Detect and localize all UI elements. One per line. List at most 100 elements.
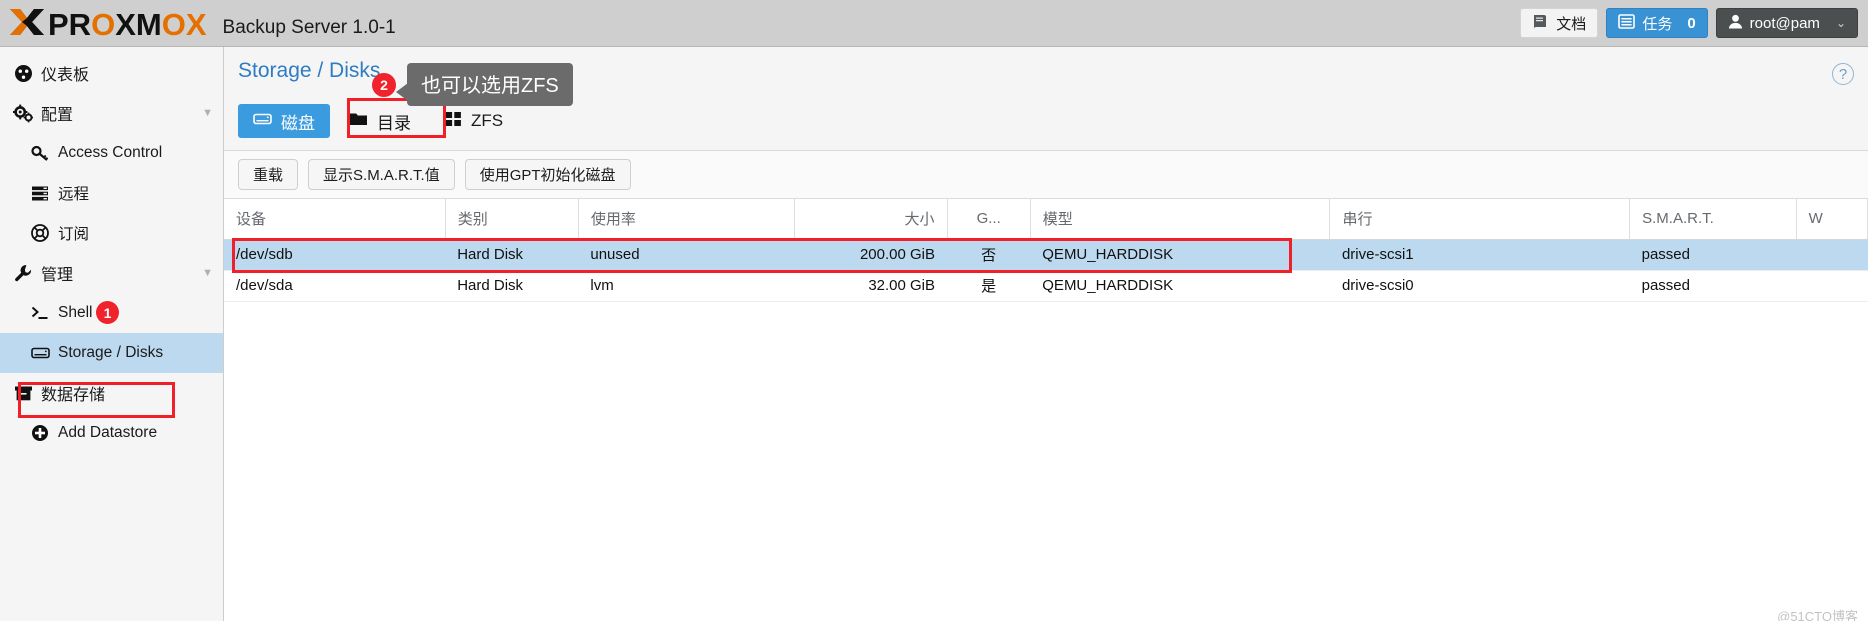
tab-disks[interactable]: 磁盘 [238,104,330,138]
sidebar-item-access-control[interactable]: Access Control [0,133,223,173]
user-label: root@pam [1749,14,1820,32]
plus-circle-icon [30,424,50,442]
sidebar-item-add-datastore[interactable]: Add Datastore [0,413,223,453]
tab-bar: 磁盘 目录 ZFS [224,98,1868,142]
col-model[interactable]: 模型 [1030,199,1331,240]
disks-table-wrapper: 设备 类别 使用率 大小 G... 模型 串行 S.M.A.R.T. W /de… [224,199,1868,302]
chevron-down-icon: ▼ [202,107,213,119]
cell-wearout [1796,270,1868,302]
documentation-button[interactable]: 文档 [1520,8,1599,38]
sidebar-item-configuration[interactable]: 配置 ▼ [0,93,223,133]
col-wearout[interactable]: W [1796,199,1868,240]
content-header: Storage / Disks ? 2 也可以选用ZFS [224,47,1868,106]
chevron-down-icon: ⌄ [1835,16,1846,30]
col-size[interactable]: 大小 [794,199,948,240]
cell-model: QEMU_HARDDISK [1030,270,1330,302]
cell-serial: drive-scsi0 [1329,270,1630,302]
sidebar-item-datastore[interactable]: 数据存储 [0,373,223,413]
wordmark-xm: XM [115,7,162,42]
col-usage[interactable]: 使用率 [578,199,796,240]
key-icon [30,145,50,162]
initialize-disk-gpt-button[interactable]: 使用GPT初始化磁盘 [464,159,631,190]
cell-size: 200.00 GiB [794,239,948,271]
sidebar-item-label: Add Datastore [58,424,158,441]
watermark: @51CTO博客 [1777,609,1858,621]
disk-icon [253,111,272,132]
main-content: Storage / Disks ? 2 也可以选用ZFS 磁盘 目录 ZFS 重… [224,47,1868,621]
sidebar-item-label: Access Control [58,144,163,161]
gears-icon [12,104,34,123]
archive-icon [12,385,34,402]
header-actions: 文档 任务 0 root@pam ⌄ [1520,8,1858,38]
x-logo-icon [10,9,44,35]
table-header-row: 设备 类别 使用率 大小 G... 模型 串行 S.M.A.R.T. W [224,199,1868,240]
breadcrumb: Storage / Disks [238,59,381,82]
list-icon [1618,13,1636,33]
sidebar-item-shell[interactable]: Shell 1 [0,293,223,333]
disk-icon [30,345,50,361]
dashboard-icon [12,64,34,83]
table-row[interactable]: /dev/sdb Hard Disk unused 200.00 GiB 否 Q… [224,239,1868,271]
sidebar-item-storage-disks[interactable]: Storage / Disks [0,333,223,373]
tab-label: 磁盘 [281,113,315,133]
app-header: PROXMOX Backup Server 1.0-1 文档 任务 0 root… [0,0,1868,47]
sidebar-item-administration[interactable]: 管理 ▼ [0,253,223,293]
sidebar-item-label: Shell [58,304,93,321]
cell-usage: unused [578,239,795,271]
cell-gpt: 否 [947,239,1031,271]
cell-model: QEMU_HARDDISK [1030,239,1330,271]
disks-table: 设备 类别 使用率 大小 G... 模型 串行 S.M.A.R.T. W /de… [224,199,1868,302]
cell-usage: lvm [578,270,795,302]
book-icon [1532,14,1549,33]
proxmox-wordmark: PROXMOX [48,9,207,40]
user-menu-button[interactable]: root@pam ⌄ [1715,8,1858,38]
disks-panel: 重载 显示S.M.A.R.T.值 使用GPT初始化磁盘 设备 类别 使用率 大小… [224,150,1868,621]
tab-label: ZFS [471,111,504,130]
sidebar: 仪表板 配置 ▼ Access Control 远程 订阅 管理 ▼ Shell… [0,47,224,621]
cell-size: 32.00 GiB [794,270,948,302]
reload-button[interactable]: 重载 [238,159,299,190]
table-row[interactable]: /dev/sda Hard Disk lvm 32.00 GiB 是 QEMU_… [224,270,1868,302]
sidebar-item-label: 配置 [41,107,74,124]
cell-smart: passed [1629,239,1797,271]
documentation-label: 文档 [1556,15,1587,33]
proxmox-logo: PROXMOX Backup Server 1.0-1 [8,5,396,41]
col-type[interactable]: 类别 [445,199,579,240]
cell-smart: passed [1629,270,1797,302]
sidebar-item-label: 订阅 [58,226,90,243]
tasks-button[interactable]: 任务 0 [1606,8,1708,38]
tab-zfs[interactable]: ZFS [430,104,518,138]
wordmark-o1: O [91,7,116,42]
cell-type: Hard Disk [445,239,579,271]
col-gpt[interactable]: G... [947,199,1031,240]
tasks-count-badge: 0 [1687,14,1696,32]
col-serial[interactable]: 串行 [1329,199,1631,240]
tab-directory[interactable]: 目录 [334,104,426,138]
show-smart-values-button[interactable]: 显示S.M.A.R.T.值 [308,159,455,190]
grid-icon [445,111,462,132]
cell-type: Hard Disk [445,270,579,302]
proxmox-x-mark [8,7,46,43]
tab-label: 目录 [377,113,411,133]
wordmark-o2: O [161,7,186,42]
cell-device: /dev/sdb [224,239,446,271]
help-icon[interactable]: ? [1832,63,1854,85]
tasks-label: 任务 [1642,15,1673,33]
cell-wearout [1796,239,1868,271]
sidebar-item-remote[interactable]: 远程 [0,173,223,213]
cell-serial: drive-scsi1 [1329,239,1630,271]
terminal-icon [30,305,50,321]
sidebar-item-subscription[interactable]: 订阅 [0,213,223,253]
product-title: Backup Server 1.0-1 [222,17,396,38]
col-device[interactable]: 设备 [224,199,446,240]
sidebar-item-label: 远程 [58,186,90,203]
sidebar-item-dashboard[interactable]: 仪表板 [0,53,223,93]
sidebar-item-label: Storage / Disks [58,344,164,361]
col-smart[interactable]: S.M.A.R.T. [1629,199,1797,240]
chevron-down-icon: ▼ [202,267,213,279]
user-icon [1728,14,1743,33]
wordmark-x2: X [185,7,207,42]
panel-toolbar: 重载 显示S.M.A.R.T.值 使用GPT初始化磁盘 [224,151,1868,199]
server-icon [30,185,50,202]
step-badge-1: 1 [96,301,119,324]
